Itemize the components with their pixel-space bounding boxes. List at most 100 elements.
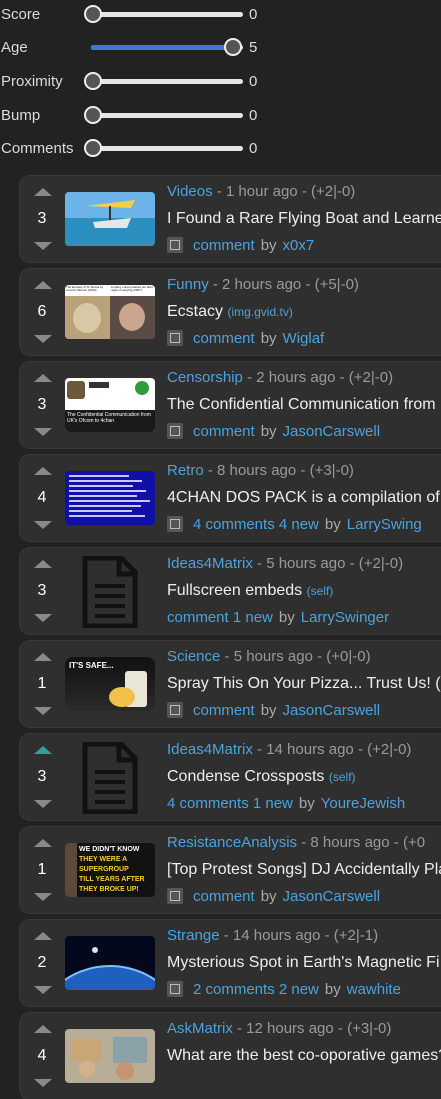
downvote-arrow-icon[interactable] xyxy=(34,986,52,994)
slider-thumb[interactable] xyxy=(84,106,102,124)
post-actions: comment by Wiglaf xyxy=(167,330,324,347)
downvote-arrow-icon[interactable] xyxy=(34,614,52,622)
expand-icon[interactable] xyxy=(167,981,183,997)
post-category-link[interactable]: Videos xyxy=(167,183,213,200)
slider-track[interactable] xyxy=(84,5,243,23)
post-thumbnail[interactable]: The Confidential Communication from UK's… xyxy=(65,378,155,432)
post-actions: 4 comments 1 new by YoureJewish xyxy=(167,795,405,812)
upvote-arrow-icon[interactable] xyxy=(34,374,52,382)
comments-link[interactable]: comment xyxy=(193,330,255,347)
post-category-link[interactable]: AskMatrix xyxy=(167,1020,233,1037)
self-post-document-icon[interactable] xyxy=(75,741,145,815)
post-thumbnail[interactable] xyxy=(65,471,155,525)
post-category-link[interactable]: Ideas4Matrix xyxy=(167,741,253,758)
upvote-arrow-icon[interactable] xyxy=(34,746,52,754)
slider-fill xyxy=(91,45,239,50)
expand-icon[interactable] xyxy=(167,330,183,346)
author-link[interactable]: x0x7 xyxy=(283,237,315,254)
upvote-arrow-icon[interactable] xyxy=(34,188,52,196)
post-thumbnail[interactable] xyxy=(65,1029,155,1083)
author-link[interactable]: JasonCarswell xyxy=(283,888,381,905)
slider-thumb[interactable] xyxy=(224,38,242,56)
post-category-link[interactable]: Retro xyxy=(167,462,204,479)
self-post-document-icon[interactable] xyxy=(75,555,145,629)
post-category-link[interactable]: Science xyxy=(167,648,220,665)
expand-icon[interactable] xyxy=(167,423,183,439)
slider-track[interactable] xyxy=(84,139,243,157)
post-title-link[interactable]: Condense Crossposts xyxy=(167,768,324,785)
comments-link[interactable]: 2 comments 2 new xyxy=(193,981,319,998)
comments-link[interactable]: comment xyxy=(193,702,255,719)
post-category-link[interactable]: Censorship xyxy=(167,369,243,386)
post-title-link[interactable]: Fullscreen embeds xyxy=(167,582,302,599)
post-category-link[interactable]: ResistanceAnalysis xyxy=(167,834,297,851)
post-category-link[interactable]: Ideas4Matrix xyxy=(167,555,253,572)
upvote-arrow-icon[interactable] xyxy=(34,560,52,568)
downvote-arrow-icon[interactable] xyxy=(34,800,52,808)
downvote-arrow-icon[interactable] xyxy=(34,1079,52,1087)
upvote-arrow-icon[interactable] xyxy=(34,932,52,940)
author-link[interactable]: Wiglaf xyxy=(283,330,325,347)
downvote-arrow-icon[interactable] xyxy=(34,707,52,715)
vote-box: 1 xyxy=(20,641,64,727)
slider-track[interactable] xyxy=(91,38,243,56)
author-link[interactable]: wawhite xyxy=(347,981,401,998)
post-source[interactable]: (self) xyxy=(329,770,356,784)
expand-icon[interactable] xyxy=(167,237,183,253)
thumb-caption-line: TILL YEARS AFTER xyxy=(79,876,145,883)
comments-link[interactable]: comment xyxy=(193,888,255,905)
post-category-link[interactable]: Funny xyxy=(167,276,209,293)
upvote-arrow-icon[interactable] xyxy=(34,653,52,661)
post-title-link[interactable]: [Top Protest Songs] DJ Accidentally Pla xyxy=(167,861,441,878)
post-source[interactable]: (img.gvid.tv) xyxy=(227,305,292,319)
slider-thumb[interactable] xyxy=(84,72,102,90)
slider-label: Score xyxy=(1,6,41,23)
slider-value: 0 xyxy=(249,140,258,157)
upvote-arrow-icon[interactable] xyxy=(34,1025,52,1033)
comments-link[interactable]: comment 1 new xyxy=(167,609,273,626)
upvote-arrow-icon[interactable] xyxy=(34,281,52,289)
by-label: by xyxy=(324,516,341,533)
slider-thumb[interactable] xyxy=(84,139,102,157)
post-score: 1 xyxy=(37,675,47,692)
post-title-link[interactable]: The Confidential Communication from xyxy=(167,396,436,413)
slider-track[interactable] xyxy=(84,106,243,124)
post-thumbnail[interactable]: The Ecstasy of St Teresa by Lorenzo Bern… xyxy=(65,285,155,339)
expand-icon[interactable] xyxy=(167,516,183,532)
comments-link[interactable]: comment xyxy=(193,423,255,440)
expand-icon[interactable] xyxy=(167,702,183,718)
post-age-votes: - 8 hours ago - (+3|-0) xyxy=(203,462,354,479)
slider-thumb[interactable] xyxy=(84,5,102,23)
post-source[interactable]: (self) xyxy=(307,584,334,598)
post-title-link[interactable]: Ecstacy xyxy=(167,303,223,320)
post-thumbnail[interactable]: IT'S SAFE... xyxy=(65,657,155,711)
author-link[interactable]: LarrySwing xyxy=(347,516,422,533)
comments-link[interactable]: comment xyxy=(193,237,255,254)
comments-link[interactable]: 4 comments 4 new xyxy=(193,516,319,533)
downvote-arrow-icon[interactable] xyxy=(34,335,52,343)
post-item: 4 AskMatrix - 12 hours ago - (+3|-0) What … xyxy=(20,1013,441,1099)
slider-track[interactable] xyxy=(84,72,243,90)
author-link[interactable]: LarrySwinger xyxy=(301,609,389,626)
post-title-link[interactable]: What are the best co-oporative games? xyxy=(167,1047,441,1064)
author-link[interactable]: JasonCarswell xyxy=(283,423,381,440)
post-title-link[interactable]: 4CHAN DOS PACK is a compilation of xyxy=(167,489,440,506)
downvote-arrow-icon[interactable] xyxy=(34,521,52,529)
upvote-arrow-icon[interactable] xyxy=(34,839,52,847)
expand-icon[interactable] xyxy=(167,888,183,904)
post-category-link[interactable]: Strange xyxy=(167,927,220,944)
author-link[interactable]: YoureJewish xyxy=(321,795,406,812)
author-link[interactable]: JasonCarswell xyxy=(283,702,381,719)
post-thumbnail[interactable] xyxy=(65,936,155,990)
post-title-link[interactable]: I Found a Rare Flying Boat and Learne xyxy=(167,210,441,227)
post-title-link[interactable]: Spray This On Your Pizza... Trust Us! ( xyxy=(167,675,441,692)
downvote-arrow-icon[interactable] xyxy=(34,242,52,250)
comments-link[interactable]: 4 comments 1 new xyxy=(167,795,293,812)
upvote-arrow-icon[interactable] xyxy=(34,467,52,475)
downvote-arrow-icon[interactable] xyxy=(34,428,52,436)
post-thumbnail[interactable]: WE DIDN'T KNOW THEY WERE A SUPERGROUP TILL … xyxy=(65,843,155,897)
post-title-link[interactable]: Mysterious Spot in Earth's Magnetic Fi xyxy=(167,954,440,971)
downvote-arrow-icon[interactable] xyxy=(34,893,52,901)
post-score: 3 xyxy=(37,768,47,785)
post-thumbnail[interactable] xyxy=(65,192,155,246)
